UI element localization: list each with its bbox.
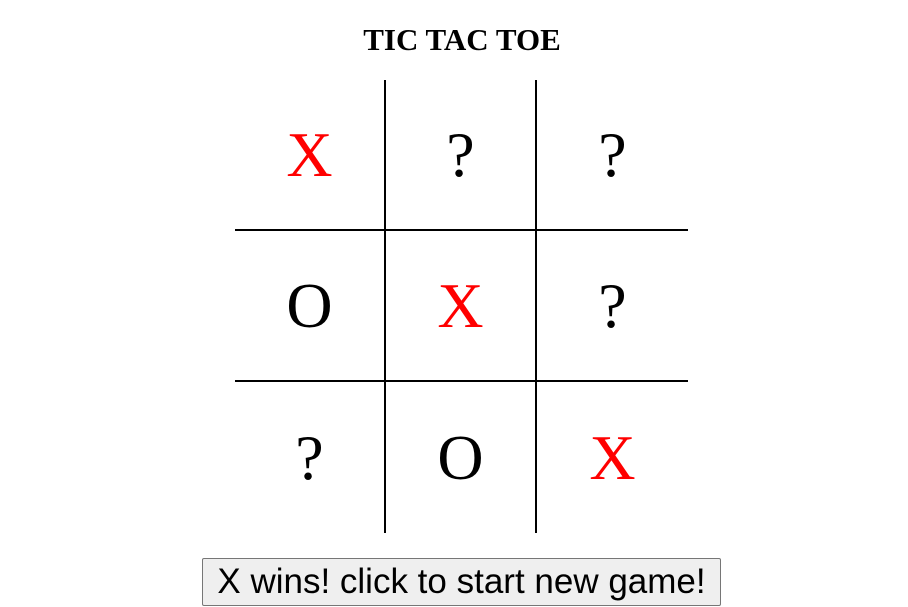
new-game-button[interactable]: X wins! click to start new game! — [202, 558, 721, 606]
board-cell-r2-c3[interactable]: ? — [537, 231, 688, 382]
game-board: X ? ? O X ? ? O X — [235, 80, 688, 533]
game-title: TIC TAC TOE — [363, 22, 561, 57]
board-cell-r3-c2[interactable]: O — [386, 382, 537, 533]
board-cell-r3-c3[interactable]: X — [537, 382, 688, 533]
board-cell-r1-c3[interactable]: ? — [537, 80, 688, 231]
board-cell-r2-c2[interactable]: X — [386, 231, 537, 382]
board-cell-r1-c2[interactable]: ? — [386, 80, 537, 231]
board-cell-r3-c1[interactable]: ? — [235, 382, 386, 533]
board-cell-r2-c1[interactable]: O — [235, 231, 386, 382]
board-cell-r1-c1[interactable]: X — [235, 80, 386, 231]
